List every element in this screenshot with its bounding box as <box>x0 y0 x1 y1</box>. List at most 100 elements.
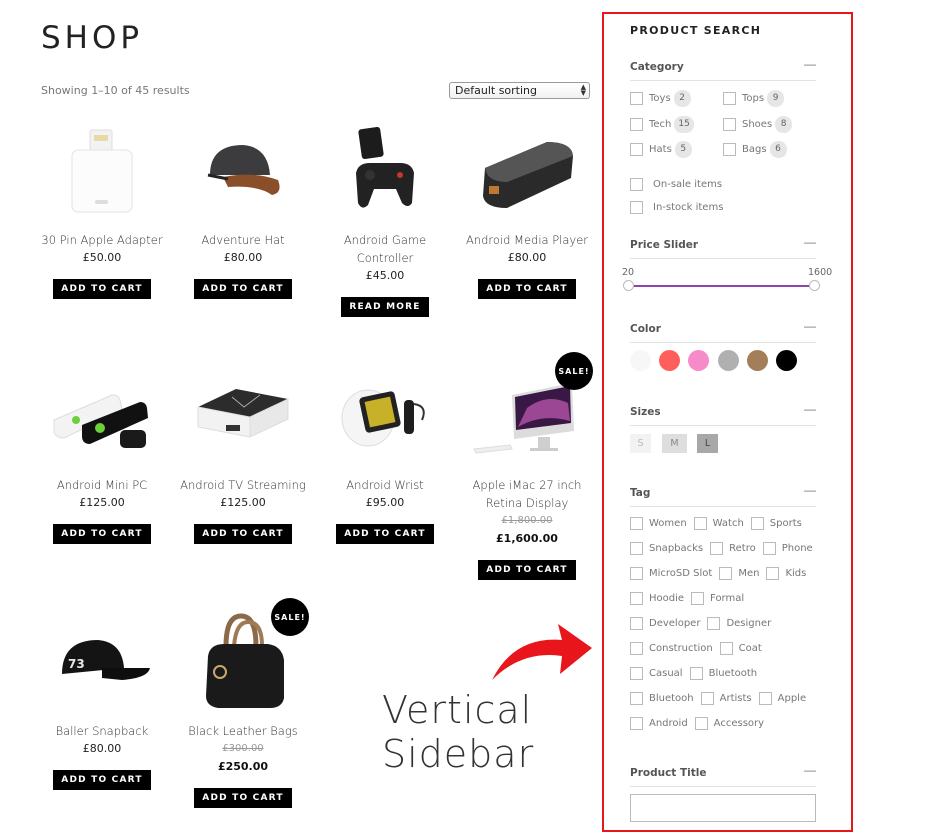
category-item-toys[interactable]: Toys 2 <box>630 90 691 107</box>
checkbox[interactable] <box>630 201 643 214</box>
product-name[interactable]: 30 Pin Apple Adapter <box>37 231 167 249</box>
product-name[interactable]: Adventure Hat <box>178 231 308 249</box>
checkbox[interactable] <box>630 667 643 680</box>
tag-section-header[interactable]: Tag — <box>630 483 816 507</box>
category-item-bags[interactable]: Bags 6 <box>723 141 787 158</box>
mini-pc-image[interactable] <box>37 360 167 470</box>
color-swatch-black[interactable] <box>776 350 797 371</box>
product-title-section-header[interactable]: Product Title — <box>630 763 816 787</box>
tag-option[interactable]: Kids <box>766 567 806 580</box>
color-swatch-white[interactable] <box>630 350 651 371</box>
checkbox[interactable] <box>630 567 643 580</box>
product-name[interactable]: Black Leather Bags <box>178 722 308 740</box>
tag-option[interactable]: Accessory <box>694 717 764 730</box>
checkbox[interactable] <box>719 642 733 655</box>
add-to-cart-button[interactable]: ADD TO CART <box>478 560 576 580</box>
tag-option[interactable]: Android <box>630 717 688 730</box>
category-section-header[interactable]: Category — <box>630 57 816 81</box>
category-item-hats[interactable]: Hats 5 <box>630 141 692 158</box>
checkbox[interactable] <box>630 642 643 655</box>
tv-box-image[interactable] <box>178 360 308 470</box>
add-to-cart-button[interactable]: ADD TO CART <box>194 524 292 544</box>
price-slider-max-handle[interactable] <box>809 280 820 291</box>
product-name[interactable]: Android TV Streaming <box>178 476 308 494</box>
checkbox[interactable] <box>723 143 736 156</box>
product-title-input[interactable] <box>630 794 816 822</box>
color-swatch-brown[interactable] <box>747 350 768 371</box>
tag-option[interactable]: Bluetooth <box>689 667 757 680</box>
adapter-image[interactable] <box>37 115 167 225</box>
tag-option[interactable]: Sports <box>750 517 802 530</box>
product-name[interactable]: Android Game Controller <box>320 231 450 267</box>
color-swatch-gray[interactable] <box>718 350 739 371</box>
checkbox[interactable] <box>700 692 714 705</box>
checkbox[interactable] <box>694 717 708 730</box>
checkbox[interactable] <box>630 617 643 630</box>
price-slider-track[interactable] <box>628 285 816 287</box>
checkbox[interactable] <box>723 92 736 105</box>
tag-option[interactable]: Construction <box>630 642 713 655</box>
price-section-header[interactable]: Price Slider — <box>630 235 816 259</box>
collapse-icon[interactable]: — <box>804 763 816 777</box>
tag-option[interactable]: Apple <box>758 692 806 705</box>
price-slider-min-handle[interactable] <box>623 280 634 291</box>
tag-option[interactable]: Men <box>719 567 759 580</box>
checkbox[interactable] <box>630 143 643 156</box>
tag-option[interactable]: MicroSD Slot <box>630 567 712 580</box>
checkbox[interactable] <box>719 567 733 580</box>
tag-option[interactable]: Artists <box>700 692 752 705</box>
add-to-cart-button[interactable]: ADD TO CART <box>53 279 151 299</box>
collapse-icon[interactable]: — <box>804 483 816 497</box>
checkbox[interactable] <box>630 118 643 131</box>
checkbox[interactable] <box>630 692 643 705</box>
color-swatch-pink[interactable] <box>688 350 709 371</box>
add-to-cart-button[interactable]: ADD TO CART <box>478 279 576 299</box>
tag-option[interactable]: Snapbacks <box>630 542 703 555</box>
checkbox[interactable] <box>630 717 643 730</box>
collapse-icon[interactable]: — <box>804 402 816 416</box>
checkbox[interactable] <box>689 667 703 680</box>
on-sale-filter[interactable]: On-sale items <box>630 178 722 191</box>
category-item-tops[interactable]: Tops 9 <box>723 90 785 107</box>
product-name[interactable]: Android Mini PC <box>37 476 167 494</box>
tag-option[interactable]: Coat <box>719 642 762 655</box>
sort-select[interactable]: Default sorting ▲ ▼ <box>449 82 590 99</box>
add-to-cart-button[interactable]: ADD TO CART <box>53 524 151 544</box>
gamepad-image[interactable] <box>320 115 450 225</box>
add-to-cart-button[interactable]: ADD TO CART <box>194 279 292 299</box>
checkbox[interactable] <box>630 178 643 191</box>
checkbox[interactable] <box>758 692 772 705</box>
checkbox[interactable] <box>630 592 643 605</box>
sizes-section-header[interactable]: Sizes — <box>630 402 816 426</box>
checkbox[interactable] <box>691 592 705 605</box>
product-name[interactable]: Baller Snapback <box>37 722 167 740</box>
color-section-header[interactable]: Color — <box>630 319 816 343</box>
cap-image[interactable] <box>178 115 308 225</box>
read-more-button[interactable]: READ MORE <box>341 297 429 317</box>
collapse-icon[interactable]: — <box>804 57 816 71</box>
collapse-icon[interactable]: — <box>804 235 816 249</box>
tag-option[interactable]: Women <box>630 517 687 530</box>
checkbox[interactable] <box>750 517 764 530</box>
category-item-tech[interactable]: Tech 15 <box>630 116 694 133</box>
tag-option[interactable]: Developer <box>630 617 700 630</box>
product-name[interactable]: Apple iMac 27 inch Retina Display <box>462 476 592 512</box>
collapse-icon[interactable]: — <box>804 319 816 333</box>
size-option-l[interactable]: L <box>697 434 718 453</box>
checkbox[interactable] <box>630 542 643 555</box>
tag-option[interactable]: Watch <box>693 517 744 530</box>
product-name[interactable]: Android Wrist <box>320 476 450 494</box>
add-to-cart-button[interactable]: ADD TO CART <box>336 524 434 544</box>
checkbox[interactable] <box>762 542 776 555</box>
checkbox[interactable] <box>723 118 736 131</box>
checkbox[interactable] <box>710 542 724 555</box>
media-player-image[interactable] <box>462 115 592 225</box>
size-option-m[interactable]: M <box>662 434 687 453</box>
add-to-cart-button[interactable]: ADD TO CART <box>53 770 151 790</box>
color-swatch-red[interactable] <box>659 350 680 371</box>
tag-option[interactable]: Bluetooh <box>630 692 694 705</box>
smartwatch-image[interactable] <box>320 360 450 470</box>
tag-option[interactable]: Phone <box>762 542 813 555</box>
tag-option[interactable]: Designer <box>707 617 771 630</box>
size-option-s[interactable]: S <box>630 434 651 453</box>
